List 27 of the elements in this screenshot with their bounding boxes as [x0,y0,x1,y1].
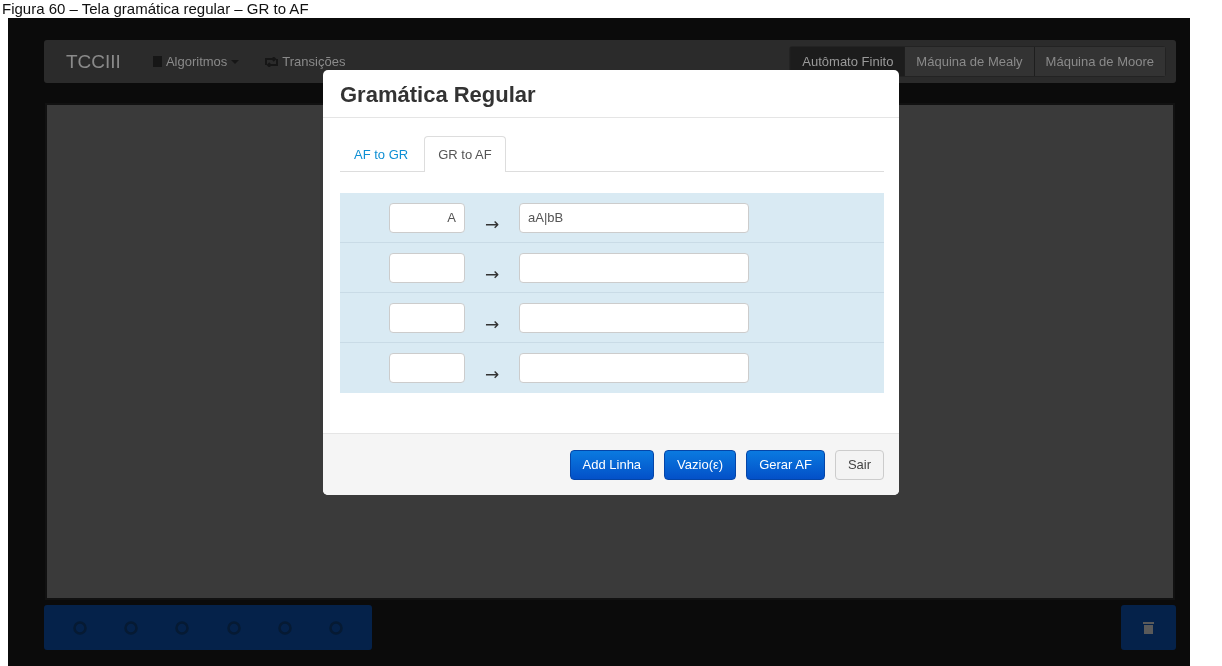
delete-button[interactable] [1121,605,1176,650]
tab[interactable]: GR to AF [424,136,506,172]
variable-input[interactable] [389,302,465,333]
arrow-symbol: → [483,364,501,384]
nav-menu[interactable]: Transições [265,54,346,69]
figure-caption: Figura 60 – Tela gramática regular – GR to AF [2,0,309,17]
dialog-button[interactable]: Gerar AF [746,449,825,480]
dialog-button[interactable]: Sair [834,449,884,480]
mode-button[interactable]: Máquina de Moore [1033,47,1165,76]
nav-menu[interactable]: Algoritmos [152,54,240,69]
dialog-title: Gramática Regular [340,82,537,108]
trash-icon [1143,621,1154,634]
arrow-symbol: → [483,263,501,284]
dialog-button[interactable]: Vazio(ε) [664,449,737,480]
production-input[interactable] [519,302,749,333]
arrow-symbol: → [483,313,501,334]
dialog-button[interactable]: Add Linha [569,449,655,480]
mode-button[interactable]: Máquina de Mealy [904,47,1034,76]
tab[interactable]: AF to GR [340,136,423,172]
production-input[interactable]: aA|bB [519,202,749,233]
production-input[interactable] [519,252,749,283]
variable-input[interactable] [389,252,465,283]
production-input[interactable] [519,353,749,383]
arrow-symbol: → [483,213,501,234]
variable-input[interactable]: A [389,202,465,233]
brand-title[interactable]: TCCIII [66,50,121,73]
variable-input[interactable] [389,353,465,383]
